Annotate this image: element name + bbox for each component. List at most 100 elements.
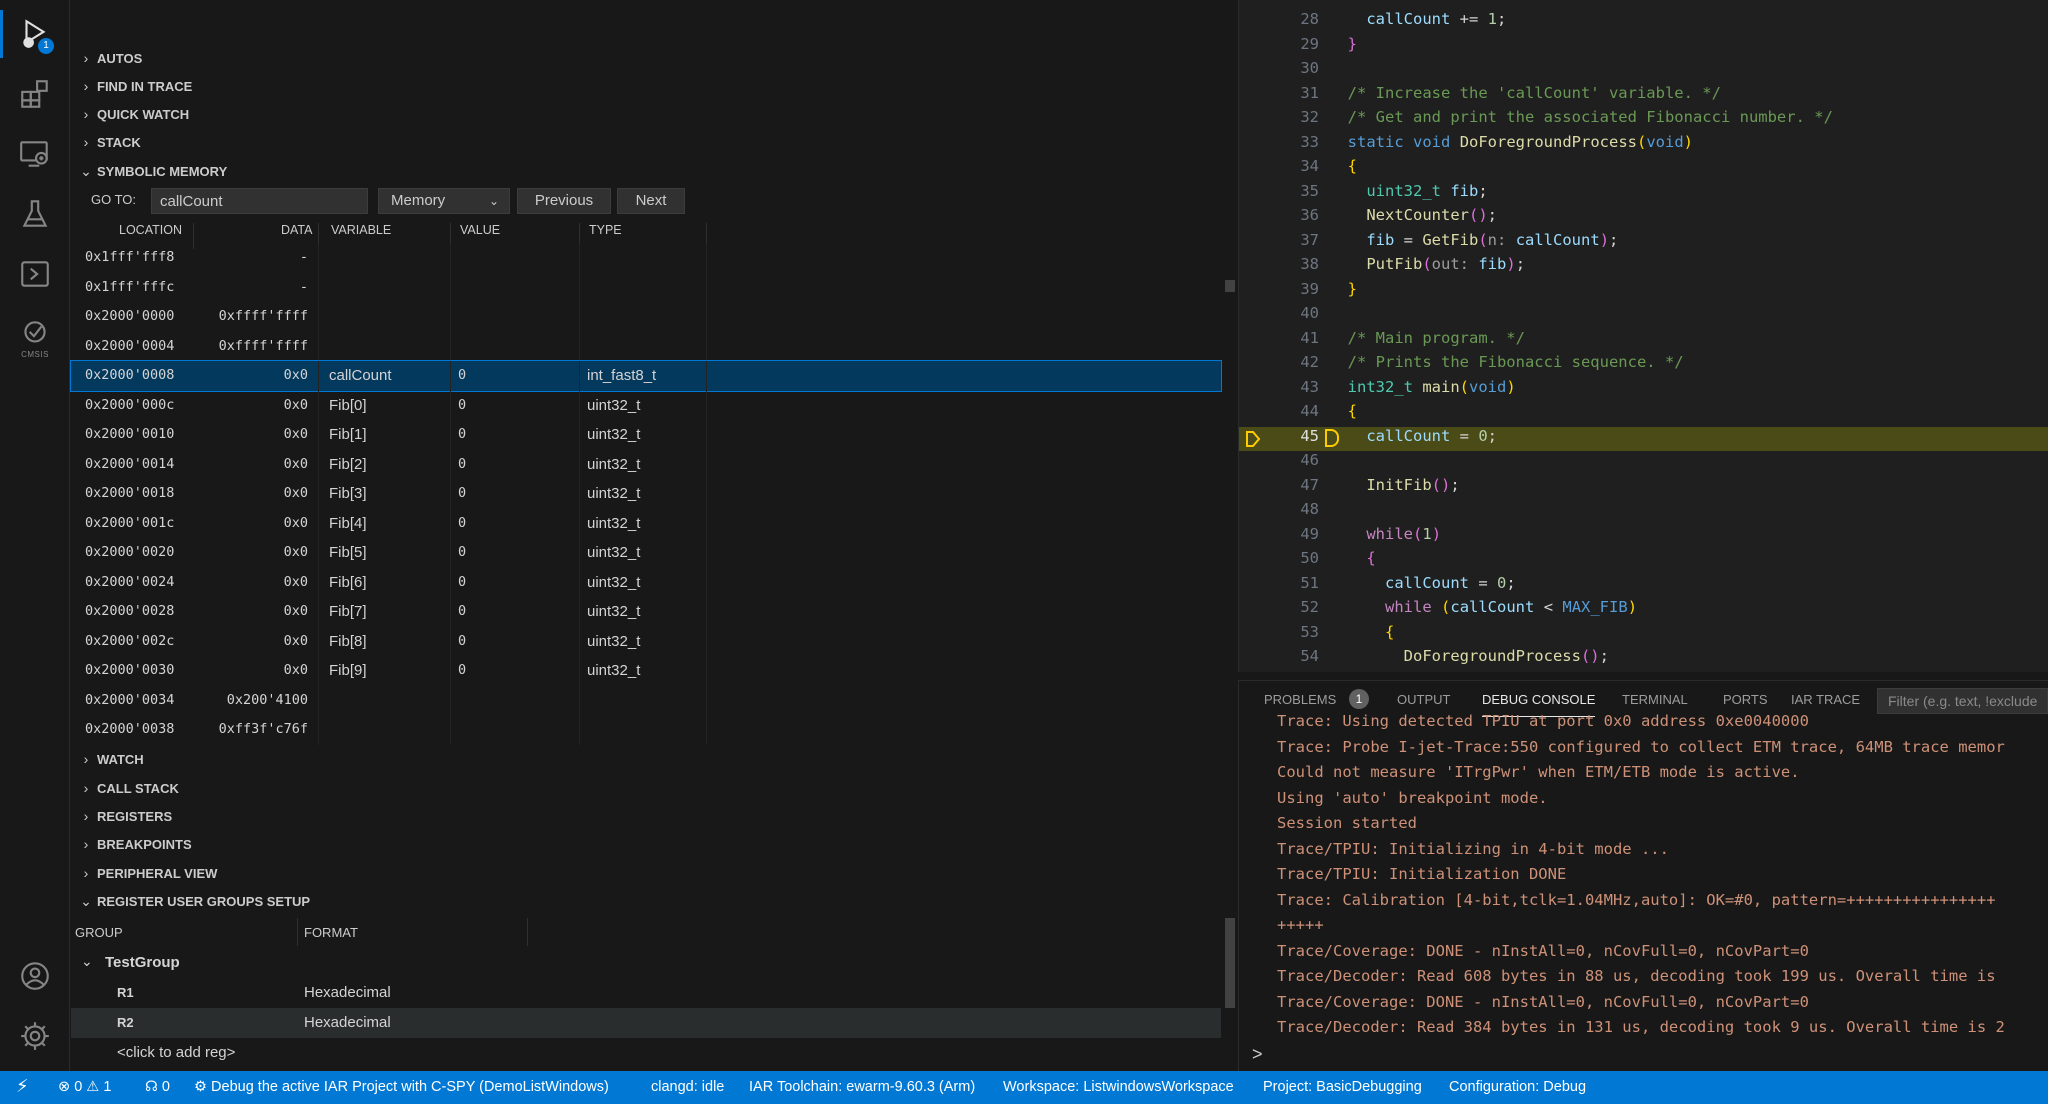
- column-divider[interactable]: [297, 918, 298, 946]
- code-line[interactable]: 47 InitFib();: [1239, 476, 2048, 501]
- code-line[interactable]: 40: [1239, 304, 2048, 329]
- register-row[interactable]: R2 Hexadecimal: [71, 1008, 1221, 1038]
- table-row[interactable]: 0x2000'0018 0x0 Fib[3] 0 uint32_t: [71, 479, 1221, 509]
- cmsis-icon[interactable]: CMSIS: [0, 304, 70, 364]
- table-row[interactable]: 0x2000'0010 0x0 Fib[1] 0 uint32_t: [71, 420, 1221, 450]
- section-peripheral-view[interactable]: › PERIPHERAL VIEW: [71, 859, 1238, 887]
- add-register-link[interactable]: <click to add reg>: [117, 1044, 235, 1061]
- code-line[interactable]: 46: [1239, 451, 2048, 476]
- code-line[interactable]: 39 }: [1239, 280, 2048, 305]
- code-line[interactable]: 31 /* Increase the 'callCount' variable.…: [1239, 84, 2048, 109]
- memory-zone-select[interactable]: Memory ⌄: [378, 188, 510, 214]
- table-row[interactable]: 0x2000'0034 0x200'4100: [71, 685, 1221, 715]
- column-header-value[interactable]: VALUE: [460, 223, 500, 237]
- table-row[interactable]: 0x2000'0004 0xffff'ffff: [71, 331, 1221, 361]
- register-scrollbar-thumb[interactable]: [1225, 918, 1235, 1008]
- column-header-location[interactable]: LOCATION: [119, 223, 182, 237]
- memory-scrollbar-thumb[interactable]: [1225, 280, 1235, 292]
- project-status[interactable]: Project: BasicDebugging: [1263, 1079, 1422, 1095]
- ports-status[interactable]: ☊ 0: [145, 1079, 170, 1095]
- section-watch[interactable]: › WATCH: [71, 745, 1238, 773]
- extensions-icon[interactable]: [0, 64, 70, 124]
- section-call-stack[interactable]: › CALL STACK: [71, 774, 1238, 802]
- code-line[interactable]: 54 DoForegroundProcess();: [1239, 647, 2048, 672]
- code-line[interactable]: 36 NextCounter();: [1239, 206, 2048, 231]
- table-row[interactable]: 0x2000'0038 0xff3f'c76f: [71, 715, 1221, 745]
- table-row[interactable]: 0x2000'0008 0x0 callCount 0 int_fast8_t: [70, 360, 1222, 392]
- tab-problems[interactable]: PROBLEMS: [1264, 692, 1336, 707]
- problems-status[interactable]: ⊗ 0 ⚠ 1: [58, 1079, 111, 1095]
- table-row[interactable]: 0x1fff'fffc -: [71, 272, 1221, 302]
- settings-gear-icon[interactable]: [0, 1006, 70, 1066]
- code-line[interactable]: 32 /* Get and print the associated Fibon…: [1239, 108, 2048, 133]
- tab-ports[interactable]: PORTS: [1723, 692, 1768, 707]
- code-line[interactable]: 28 callCount += 1;: [1239, 10, 2048, 35]
- column-header-variable[interactable]: VARIABLE: [331, 223, 391, 237]
- table-row[interactable]: 0x1fff'fff8 -: [71, 243, 1221, 273]
- code-line[interactable]: 41 /* Main program. */: [1239, 329, 2048, 354]
- code-line[interactable]: 33 static void DoForegroundProcess(void): [1239, 133, 2048, 158]
- table-row[interactable]: 0x2000'0028 0x0 Fib[7] 0 uint32_t: [71, 597, 1221, 627]
- terminal-icon[interactable]: [0, 244, 70, 304]
- column-header-data[interactable]: DATA: [281, 223, 312, 237]
- code-line[interactable]: 43 int32_t main(void): [1239, 378, 2048, 403]
- clangd-status[interactable]: clangd: idle: [651, 1079, 724, 1095]
- tab-output[interactable]: OUTPUT: [1397, 692, 1450, 707]
- section-register-user-groups[interactable]: ⌄ REGISTER USER GROUPS SETUP: [71, 887, 1238, 915]
- register-format[interactable]: Hexadecimal: [304, 1014, 391, 1031]
- tab-iar-trace[interactable]: IAR TRACE: [1791, 692, 1860, 707]
- code-line[interactable]: 45 callCount = 0;: [1239, 426, 2048, 451]
- code-line[interactable]: 35 uint32_t fib;: [1239, 182, 2048, 207]
- configuration-status[interactable]: Configuration: Debug: [1449, 1079, 1586, 1095]
- previous-button[interactable]: Previous: [517, 188, 611, 214]
- goto-input[interactable]: [151, 188, 368, 214]
- code-line[interactable]: 29 }: [1239, 35, 2048, 60]
- table-row[interactable]: 0x2000'001c 0x0 Fib[4] 0 uint32_t: [71, 508, 1221, 538]
- register-format[interactable]: Hexadecimal: [304, 984, 391, 1001]
- section-stack[interactable]: › STACK: [71, 128, 1238, 156]
- workspace-status[interactable]: Workspace: ListwindowsWorkspace: [1003, 1079, 1234, 1095]
- account-icon[interactable]: [0, 946, 70, 1006]
- code-line[interactable]: 42 /* Prints the Fibonacci sequence. */: [1239, 353, 2048, 378]
- console-filter-input[interactable]: Filter (e.g. text, !exclude: [1877, 688, 2048, 714]
- section-symbolic-memory[interactable]: ⌄ SYMBOLIC MEMORY: [71, 157, 1238, 185]
- section-breakpoints[interactable]: › BREAKPOINTS: [71, 830, 1238, 858]
- table-row[interactable]: 0x2000'0024 0x0 Fib[6] 0 uint32_t: [71, 567, 1221, 597]
- next-button[interactable]: Next: [617, 188, 685, 214]
- debug-status[interactable]: ⚙ Debug the active IAR Project with C-SP…: [194, 1079, 609, 1095]
- table-row[interactable]: 0x2000'0014 0x0 Fib[2] 0 uint32_t: [71, 449, 1221, 479]
- code-line[interactable]: 38 PutFib(out: fib);: [1239, 255, 2048, 280]
- column-header-format[interactable]: FORMAT: [304, 925, 358, 940]
- table-row[interactable]: 0x2000'0020 0x0 Fib[5] 0 uint32_t: [71, 538, 1221, 568]
- code-editor[interactable]: 28 callCount += 1; 29 } 30 31 /* Increase t…: [1238, 0, 2048, 672]
- column-header-group[interactable]: GROUP: [75, 925, 123, 940]
- table-row[interactable]: 0x2000'000c 0x0 Fib[0] 0 uint32_t: [71, 390, 1221, 420]
- tab-debug-console[interactable]: DEBUG CONSOLE: [1482, 692, 1596, 717]
- add-register-row[interactable]: <click to add reg>: [71, 1038, 1221, 1068]
- code-line[interactable]: 44 {: [1239, 402, 2048, 427]
- code-line[interactable]: 34 {: [1239, 157, 2048, 182]
- console-input-prompt[interactable]: >: [1252, 1044, 1263, 1065]
- column-divider[interactable]: [527, 918, 528, 946]
- table-row[interactable]: 0x2000'0000 0xffff'ffff: [71, 302, 1221, 332]
- remote-explorer-icon[interactable]: [0, 124, 70, 184]
- testing-icon[interactable]: [0, 184, 70, 244]
- section-quick-watch[interactable]: › QUICK WATCH: [71, 100, 1238, 128]
- column-header-type[interactable]: TYPE: [589, 223, 622, 237]
- code-line[interactable]: 49 while(1): [1239, 525, 2048, 550]
- table-row[interactable]: 0x2000'002c 0x0 Fib[8] 0 uint32_t: [71, 626, 1221, 656]
- code-line[interactable]: 53 {: [1239, 623, 2048, 648]
- tab-terminal[interactable]: TERMINAL: [1622, 692, 1688, 707]
- code-line[interactable]: 51 callCount = 0;: [1239, 574, 2048, 599]
- register-group-row[interactable]: ⌄ TestGroup: [71, 948, 1221, 978]
- code-line[interactable]: 48: [1239, 500, 2048, 525]
- code-line[interactable]: 37 fib = GetFib(n: callCount);: [1239, 231, 2048, 256]
- section-autos[interactable]: › AUTOS: [71, 44, 1238, 72]
- table-row[interactable]: 0x2000'0030 0x0 Fib[9] 0 uint32_t: [71, 656, 1221, 686]
- run-debug-icon[interactable]: 1: [0, 4, 70, 64]
- section-find-in-trace[interactable]: › FIND IN TRACE: [71, 72, 1238, 100]
- section-registers[interactable]: › REGISTERS: [71, 802, 1238, 830]
- register-row[interactable]: R1 Hexadecimal: [71, 978, 1221, 1008]
- toolchain-status[interactable]: IAR Toolchain: ewarm-9.60.3 (Arm): [749, 1079, 975, 1095]
- code-line[interactable]: 30: [1239, 59, 2048, 84]
